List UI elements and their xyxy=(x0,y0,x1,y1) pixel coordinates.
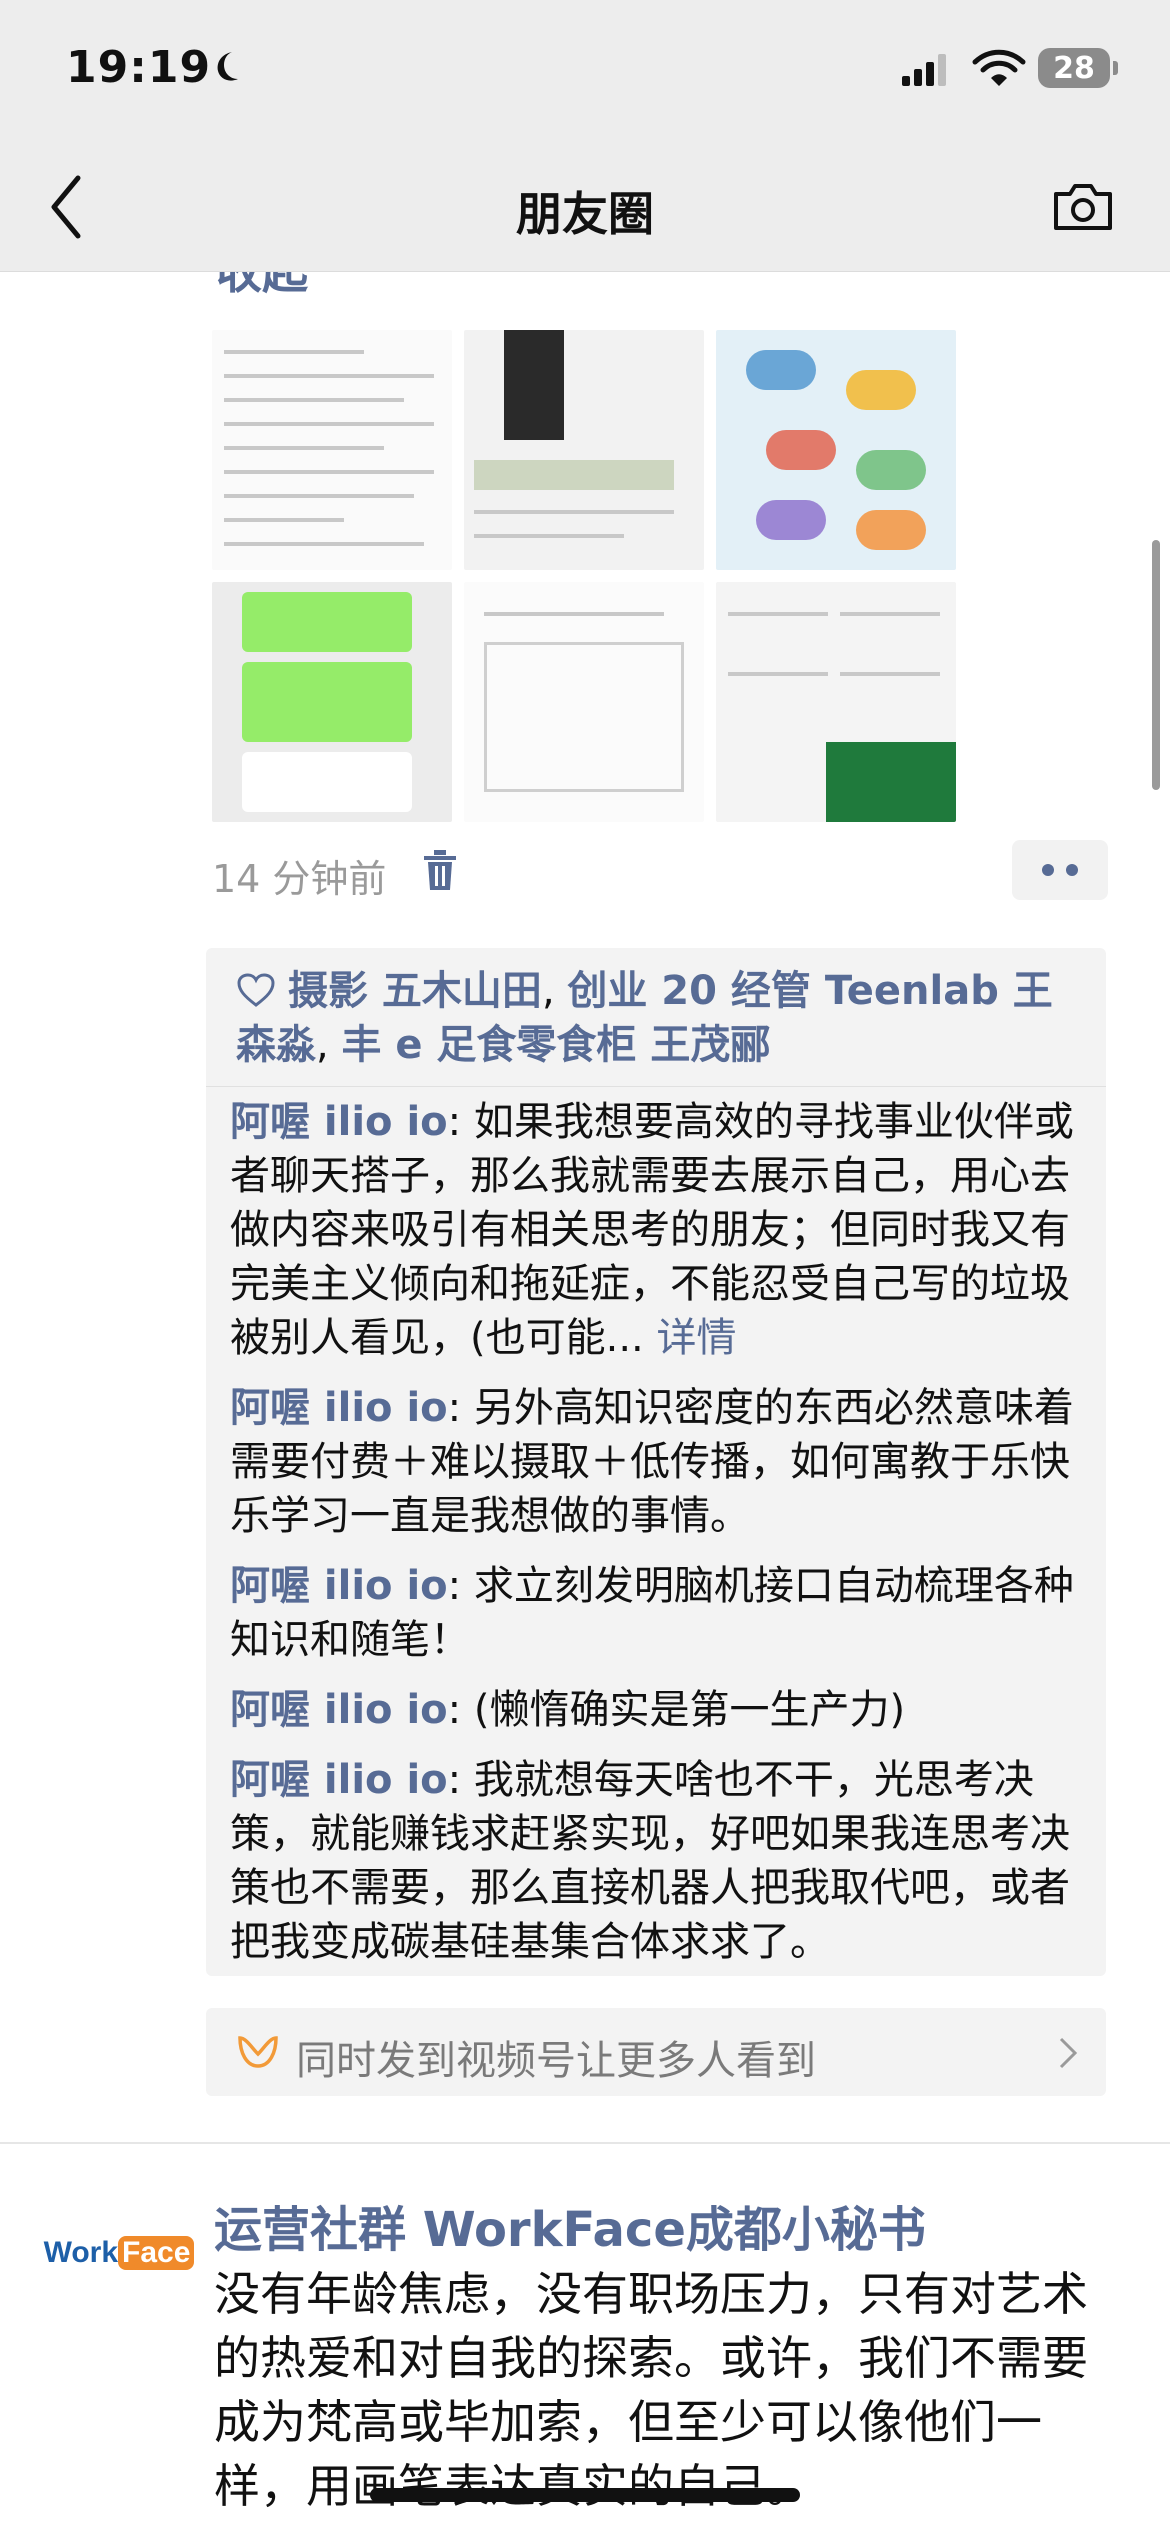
comment-author[interactable]: 阿喔 ilio io xyxy=(230,1757,448,1803)
comment-box: 摄影 五木山田, 创业 20 经管 Teenlab 王森淼, 丰 e 足食零食柜… xyxy=(206,948,1106,1976)
image-thumbnail[interactable] xyxy=(464,582,704,822)
logo-text: Face xyxy=(118,2236,195,2270)
post-text: 没有年龄焦虑，没有职场压力，只有对艺术的热爱和对自我的探索。或许，我们不需要成为… xyxy=(214,2267,1088,2513)
comment-author[interactable]: 阿喔 ilio io xyxy=(230,1385,448,1431)
home-indicator[interactable] xyxy=(370,2488,800,2502)
comments-list: 阿喔 ilio io: 如果我想要高效的寻找事业伙伴或者聊天搭子，那么我就需要去… xyxy=(206,1087,1106,1969)
heart-icon xyxy=(237,973,275,1007)
comment-author[interactable]: 阿喔 ilio io xyxy=(230,1687,448,1733)
wifi-icon xyxy=(972,49,1026,86)
post-author[interactable]: 运营社群 WorkFace成都小秘书 xyxy=(214,2190,926,2260)
battery-indicator: 28 xyxy=(1038,48,1118,88)
comment-item[interactable]: 阿喔 ilio io: 如果我想要高效的寻找事业伙伴或者聊天搭子，那么我就需要去… xyxy=(230,1095,1080,1365)
comment-item[interactable]: 阿喔 ilio io: 另外高知识密度的东西必然意味着需要付费＋难以摄取＋低传播… xyxy=(230,1381,1080,1543)
logo-text: Work xyxy=(43,2236,119,2269)
avatar[interactable]: Work Face xyxy=(44,2200,195,2306)
page-title: 朋友圈 xyxy=(516,187,654,241)
post-timestamp: 14 分钟前 xyxy=(212,857,387,901)
dot-icon xyxy=(1066,864,1078,876)
comment-item[interactable]: 阿喔 ilio io: 我就想每天啥也不干，光思考决策，就能赚钱求赶紧实现，好吧… xyxy=(230,1753,1080,1969)
scrollbar[interactable] xyxy=(1152,540,1160,790)
top-bar: 19:19 28 朋友圈 xyxy=(0,0,1170,272)
status-time: 19:19 xyxy=(66,42,212,93)
comment-item[interactable]: 阿喔 ilio io: 求立刻发明脑机接口自动梳理各种知识和随笔！ xyxy=(230,1559,1080,1667)
share-to-channels-row[interactable]: 同时发到视频号让更多人看到 xyxy=(206,2008,1106,2096)
image-thumbnail[interactable] xyxy=(464,330,704,570)
moments-feed: 收起 14 分钟前 摄影 五木山田, 创业 20 经管 Teenlab 王森淼,… xyxy=(0,0,1170,2532)
channel-prompt-text: 同时发到视频号让更多人看到 xyxy=(296,2038,816,2084)
more-actions-button[interactable] xyxy=(1012,840,1108,900)
signal-icon xyxy=(902,54,946,86)
likes-row: 摄影 五木山田, 创业 20 经管 Teenlab 王森淼, 丰 e 足食零食柜… xyxy=(206,948,1106,1087)
image-thumbnail[interactable] xyxy=(212,330,452,570)
like-name[interactable]: 丰 e 足食零食柜 王茂郦 xyxy=(341,1022,770,1068)
image-grid xyxy=(212,330,956,822)
post-divider xyxy=(0,2142,1170,2144)
comment-item[interactable]: 阿喔 ilio io: (懒惰确实是第一生产力) xyxy=(230,1683,1080,1737)
dot-icon xyxy=(1042,864,1054,876)
detail-link[interactable]: 详情 xyxy=(644,1315,736,1361)
comment-author[interactable]: 阿喔 ilio io xyxy=(230,1563,448,1609)
image-thumbnail[interactable] xyxy=(716,330,956,570)
moon-icon xyxy=(217,52,238,81)
image-thumbnail[interactable] xyxy=(212,582,452,822)
comment-text: : (懒惰确实是第一生产力) xyxy=(447,1687,906,1733)
channels-icon xyxy=(238,2036,278,2068)
like-name[interactable]: 摄影 五木山田 xyxy=(288,968,542,1014)
comment-author[interactable]: 阿喔 ilio io xyxy=(230,1099,448,1145)
image-thumbnail[interactable] xyxy=(716,582,956,822)
chevron-right-icon xyxy=(1059,2037,1078,2069)
camera-icon[interactable] xyxy=(1050,178,1116,234)
trash-icon[interactable] xyxy=(420,848,460,892)
